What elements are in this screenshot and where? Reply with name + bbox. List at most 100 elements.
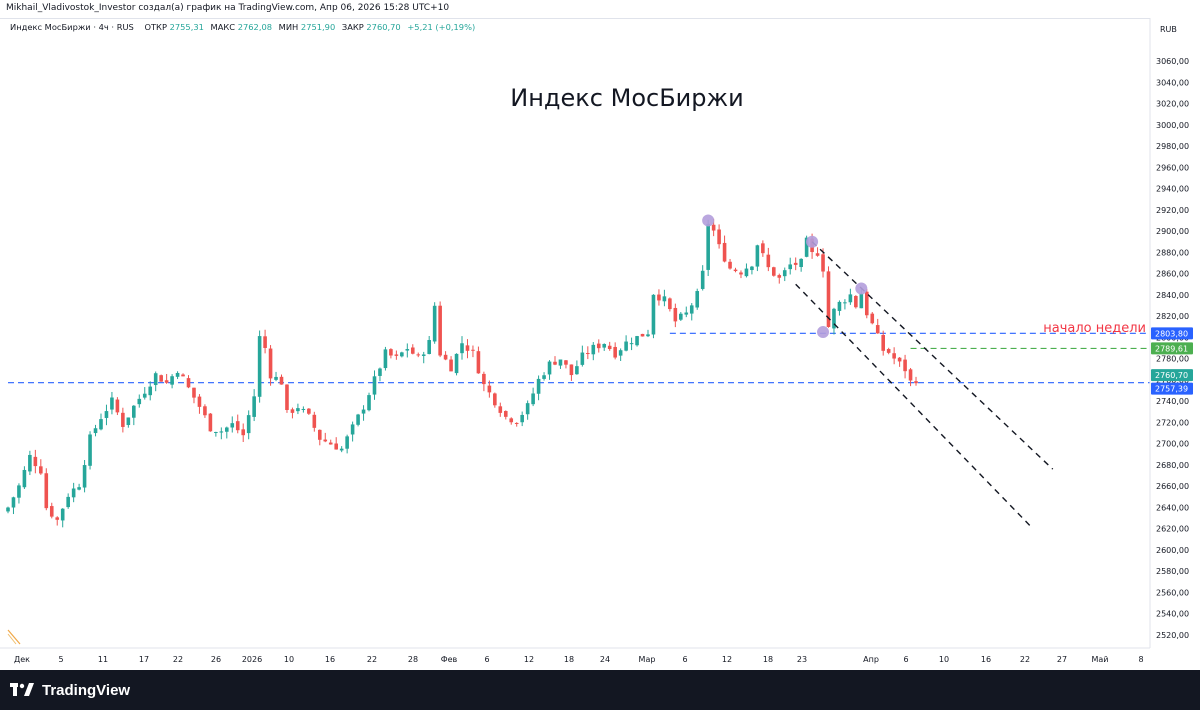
candle[interactable] (651, 294, 656, 339)
candle[interactable] (132, 405, 136, 426)
candle[interactable] (71, 482, 76, 503)
candle[interactable] (531, 387, 535, 407)
candle[interactable] (274, 371, 278, 382)
pivot-marker[interactable] (806, 235, 819, 248)
candle[interactable] (345, 434, 349, 454)
candle[interactable] (613, 342, 617, 360)
price-chart[interactable]: 3060,00 3040,00 3020,00 3000,00 2980,00 2960,… (0, 18, 1200, 670)
candle[interactable] (668, 297, 672, 312)
candle[interactable] (843, 299, 847, 310)
candle[interactable] (17, 483, 21, 504)
candle[interactable] (296, 403, 300, 415)
candle[interactable] (367, 392, 371, 412)
candle[interactable] (208, 413, 213, 432)
candle[interactable] (405, 343, 410, 358)
candle[interactable] (607, 341, 612, 351)
candle[interactable] (39, 459, 43, 475)
candle[interactable] (618, 348, 623, 362)
candle[interactable] (252, 389, 256, 422)
candle[interactable] (153, 371, 158, 392)
pivot-marker[interactable] (702, 214, 715, 227)
candle[interactable] (815, 247, 820, 257)
pivot-marker[interactable] (817, 326, 830, 339)
candle[interactable] (203, 404, 207, 418)
candle[interactable] (241, 423, 246, 442)
candle[interactable] (635, 335, 639, 347)
candle[interactable] (170, 374, 174, 389)
candle[interactable] (640, 333, 645, 337)
candle[interactable] (235, 414, 240, 434)
candle[interactable] (328, 439, 333, 445)
candle[interactable] (788, 257, 793, 275)
candle[interactable] (115, 397, 120, 416)
candle[interactable] (657, 289, 661, 306)
candle[interactable] (684, 306, 689, 318)
candle[interactable] (312, 411, 317, 432)
candle[interactable] (914, 376, 918, 386)
candle[interactable] (290, 407, 295, 419)
candle[interactable] (695, 288, 700, 310)
candle[interactable] (886, 347, 891, 355)
candle[interactable] (279, 374, 284, 385)
candle[interactable] (356, 413, 360, 427)
candle[interactable] (361, 405, 366, 421)
candle[interactable] (432, 302, 437, 344)
candle[interactable] (547, 360, 552, 380)
fib-corner-icon[interactable] (7, 629, 21, 645)
candle[interactable] (662, 289, 667, 307)
candle[interactable] (493, 392, 497, 408)
candle[interactable] (33, 449, 38, 474)
candle[interactable] (854, 295, 858, 309)
candle[interactable] (372, 370, 377, 400)
candle[interactable] (772, 266, 776, 277)
candle[interactable] (728, 258, 732, 270)
candle[interactable] (6, 506, 10, 514)
candle[interactable] (66, 493, 70, 509)
candle[interactable] (230, 416, 235, 433)
candle[interactable] (706, 219, 710, 276)
candle[interactable] (246, 410, 251, 440)
chart-area[interactable]: 3060,00 3040,00 3020,00 3000,00 2980,00 2960,… (0, 18, 1200, 670)
candle[interactable] (164, 373, 169, 384)
candle[interactable] (799, 258, 803, 272)
candle[interactable] (848, 288, 853, 305)
candle[interactable] (350, 421, 355, 442)
candle[interactable] (378, 367, 382, 382)
candle[interactable] (104, 404, 109, 426)
candle[interactable] (542, 372, 546, 381)
candle[interactable] (438, 301, 442, 358)
candle[interactable] (443, 351, 448, 361)
candle[interactable] (383, 346, 388, 371)
candle[interactable] (257, 330, 262, 403)
candle[interactable] (793, 257, 798, 271)
candle[interactable] (142, 387, 147, 400)
candle[interactable] (525, 400, 530, 420)
candle[interactable] (908, 367, 913, 387)
candle[interactable] (225, 426, 229, 439)
candle[interactable] (777, 273, 782, 284)
candle[interactable] (49, 502, 54, 519)
candle[interactable] (263, 329, 267, 354)
candle[interactable] (482, 371, 486, 392)
candle[interactable] (465, 339, 470, 359)
candle[interactable] (673, 303, 678, 328)
candle[interactable] (766, 247, 771, 272)
candle[interactable] (624, 335, 628, 352)
candle[interactable] (28, 450, 32, 476)
candle[interactable] (782, 267, 787, 282)
candle[interactable] (575, 360, 579, 375)
candle[interactable] (892, 347, 896, 365)
candle[interactable] (750, 265, 754, 275)
candle[interactable] (739, 270, 743, 279)
candle[interactable] (181, 373, 185, 377)
candle[interactable] (761, 240, 765, 257)
candle[interactable] (323, 432, 328, 443)
candle[interactable] (389, 348, 393, 359)
candle[interactable] (44, 468, 49, 511)
candle[interactable] (148, 381, 153, 401)
candle[interactable] (832, 307, 836, 335)
candle[interactable] (410, 344, 415, 355)
candle[interactable] (733, 267, 738, 273)
candle[interactable] (503, 410, 508, 420)
candle[interactable] (317, 429, 322, 446)
